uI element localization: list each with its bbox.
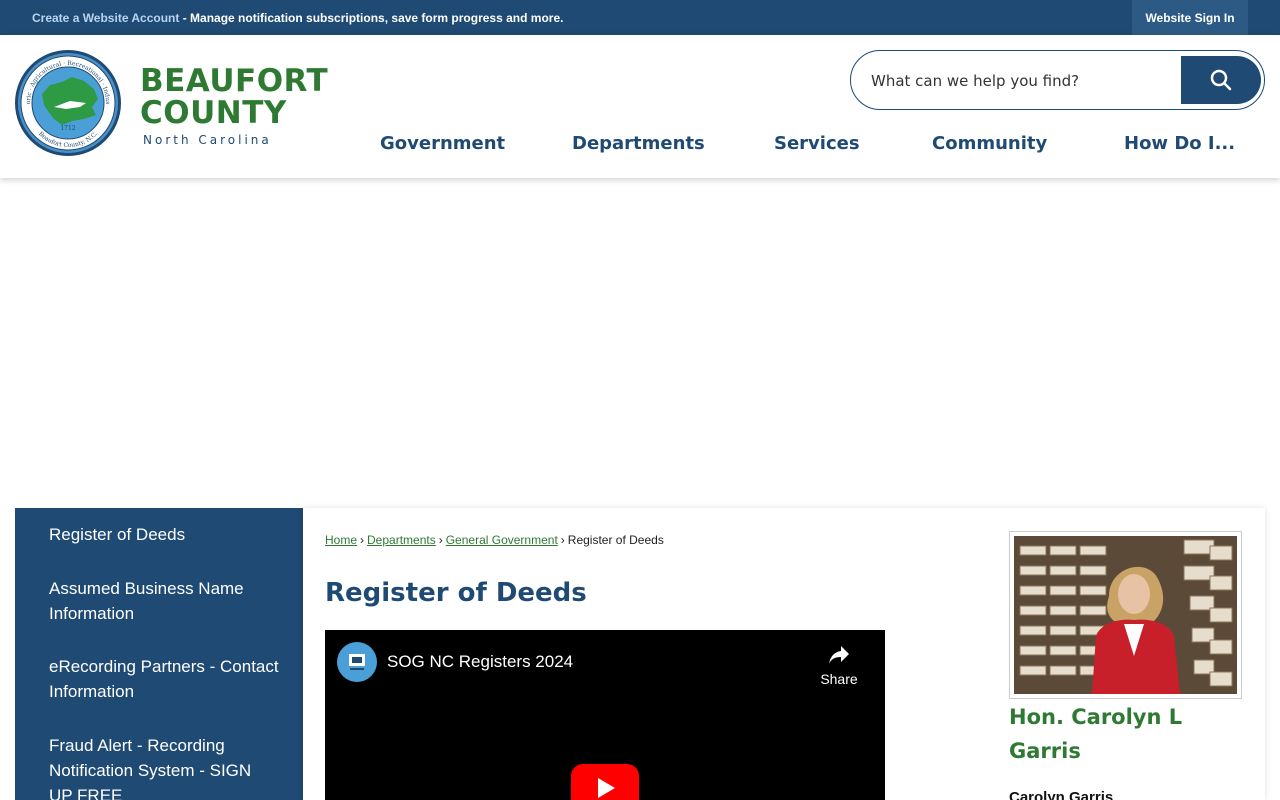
share-icon xyxy=(829,646,849,664)
nav-community[interactable]: Community xyxy=(932,133,1047,154)
breadcrumb-current: Register of Deeds xyxy=(567,533,664,547)
account-message: Create a Website Account - Manage notifi… xyxy=(32,11,563,25)
seal-year: 1712 xyxy=(60,125,75,132)
sidebar-item-register-of-deeds[interactable]: Register of Deeds xyxy=(49,522,279,547)
nav-how-do-i[interactable]: How Do I... xyxy=(1124,133,1235,154)
search-icon xyxy=(1210,69,1232,91)
official-photo xyxy=(1014,536,1237,694)
video-title[interactable]: SOG NC Registers 2024 xyxy=(387,652,573,672)
breadcrumb: Home › Departments › General Government › Regi… xyxy=(325,533,664,547)
nav-departments[interactable]: Departments xyxy=(572,133,705,154)
breadcrumb-home[interactable]: Home xyxy=(325,533,357,547)
sidebar-item-fraud-alert[interactable]: Fraud Alert - Recording Notification Sys… xyxy=(49,733,279,800)
sidebar-item-assumed-business-name[interactable]: Assumed Business Name Information xyxy=(49,576,279,626)
breadcrumb-separator: › xyxy=(360,533,365,547)
nav-government[interactable]: Government xyxy=(380,133,505,154)
official-photo-frame xyxy=(1009,531,1242,699)
share-button[interactable]: Share xyxy=(811,644,867,687)
official-name: Hon. Carolyn L Garris xyxy=(1009,705,1183,763)
top-bar: Create a Website Account - Manage notifi… xyxy=(0,0,1280,35)
official-subtitle: Carolyn Garris xyxy=(1009,789,1114,800)
search-box xyxy=(850,50,1265,110)
brand-line-2: COUNTY xyxy=(140,95,287,131)
brand-line-1: BEAUFORT xyxy=(140,63,329,99)
sidebar-nav: Register of Deeds Assumed Business Name … xyxy=(15,508,303,800)
nav-services[interactable]: Services xyxy=(774,133,860,154)
official-portrait-image xyxy=(1014,536,1237,694)
page-title: Register of Deeds xyxy=(325,578,587,608)
main-content: Home › Departments › General Government › Regi… xyxy=(303,508,1265,800)
channel-avatar[interactable] xyxy=(337,642,377,682)
channel-logo-icon xyxy=(349,654,365,670)
main-nav: Government Departments Services Communit… xyxy=(0,133,1280,157)
breadcrumb-separator: › xyxy=(560,533,565,547)
video-embed[interactable]: SOG NC Registers 2024 Share xyxy=(325,630,885,800)
play-button[interactable] xyxy=(571,764,639,800)
website-sign-in-button[interactable]: Website Sign In xyxy=(1132,0,1248,35)
create-account-link[interactable]: Create a Website Account xyxy=(32,11,179,25)
breadcrumb-separator: › xyxy=(438,533,443,547)
account-message-text: - Manage notification subscriptions, sav… xyxy=(179,11,564,25)
breadcrumb-departments[interactable]: Departments xyxy=(367,533,436,547)
breadcrumb-general-government[interactable]: General Government xyxy=(446,533,558,547)
search-input[interactable] xyxy=(871,69,1171,93)
site-header: Historic · Agricultural · Recreational ·… xyxy=(0,35,1280,178)
sidebar-item-erecording-partners[interactable]: eRecording Partners - Contact Informatio… xyxy=(49,654,279,704)
play-icon xyxy=(598,778,615,798)
search-button[interactable] xyxy=(1181,56,1261,104)
share-label: Share xyxy=(820,671,858,687)
